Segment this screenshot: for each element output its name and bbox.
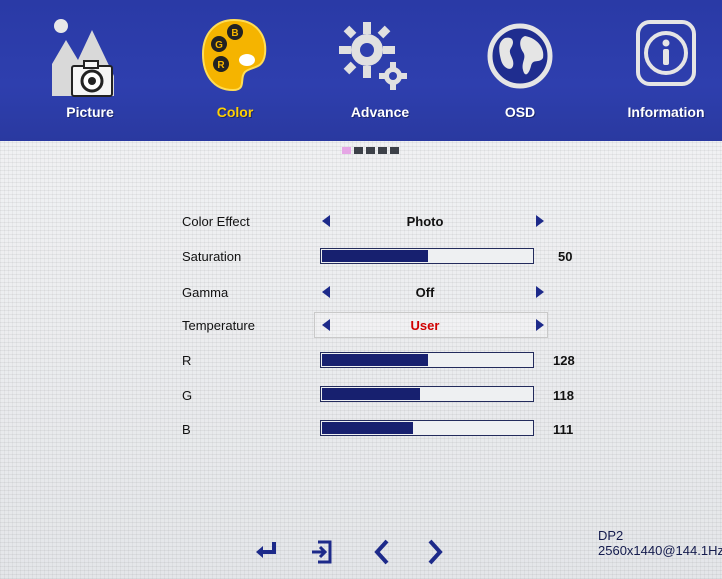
palette-icon: B G R: [201, 18, 267, 92]
tab-advance[interactable]: Advance: [325, 0, 435, 141]
tab-osd[interactable]: OSD: [465, 0, 575, 141]
r-slider-fill: [322, 354, 428, 366]
tab-color-label: Color: [216, 104, 254, 120]
r-label: R: [182, 353, 192, 368]
saturation-slider[interactable]: [320, 248, 534, 264]
saturation-value: 50: [558, 249, 573, 264]
picture-icon: [52, 19, 114, 97]
temperature-label: Temperature: [182, 318, 255, 333]
tab-information-label: Information: [627, 104, 705, 120]
enter-icon[interactable]: [254, 540, 280, 562]
globe-icon: [487, 23, 553, 89]
temperature-right-arrow[interactable]: [536, 319, 544, 331]
gear-icon: [339, 22, 407, 90]
color-effect-label: Color Effect: [182, 214, 250, 229]
g-value: 118: [553, 388, 574, 403]
page-dot: [354, 147, 363, 154]
page-indicator: [342, 147, 402, 156]
exit-icon[interactable]: [310, 540, 334, 564]
r-slider[interactable]: [320, 352, 534, 368]
gamma-right-arrow[interactable]: [536, 286, 544, 298]
g-label: G: [182, 388, 193, 403]
palette-letter-r: R: [217, 60, 225, 71]
monitor-osd: Picture B G R Color Advance OSD Informat…: [0, 0, 722, 579]
tab-picture[interactable]: Picture: [40, 0, 140, 141]
page-dot: [366, 147, 375, 154]
tab-picture-label: Picture: [66, 104, 114, 120]
input-source: DP2: [598, 528, 624, 543]
b-value: 111: [553, 422, 574, 437]
page-dot: [342, 147, 351, 154]
g-slider-fill: [322, 388, 420, 400]
saturation-slider-fill: [322, 250, 428, 262]
saturation-label: Saturation: [182, 249, 242, 264]
right-chevron-icon[interactable]: [426, 538, 444, 566]
color-effect-right-arrow[interactable]: [536, 215, 544, 227]
r-value: 128: [553, 353, 575, 368]
left-chevron-icon[interactable]: [373, 538, 391, 566]
gamma-value[interactable]: Off: [325, 285, 525, 300]
palette-letter-b: B: [231, 28, 238, 39]
temperature-value[interactable]: User: [325, 318, 525, 333]
info-icon: [636, 20, 696, 86]
palette-letter-g: G: [215, 40, 223, 51]
color-effect-value[interactable]: Photo: [325, 214, 525, 229]
gamma-label: Gamma: [182, 285, 229, 300]
page-dot: [378, 147, 387, 154]
tab-information[interactable]: Information: [612, 0, 720, 141]
tab-color[interactable]: B G R Color: [185, 0, 285, 141]
g-slider[interactable]: [320, 386, 534, 402]
tab-advance-label: Advance: [350, 104, 410, 120]
b-slider-fill: [322, 422, 414, 434]
tab-osd-label: OSD: [504, 104, 536, 120]
b-slider[interactable]: [320, 420, 534, 436]
input-resolution: 2560x1440@144.1Hz: [598, 543, 722, 558]
page-dot: [390, 147, 399, 154]
b-label: B: [182, 422, 191, 437]
top-nav-bar: Picture B G R Color Advance OSD Informat…: [0, 0, 722, 141]
